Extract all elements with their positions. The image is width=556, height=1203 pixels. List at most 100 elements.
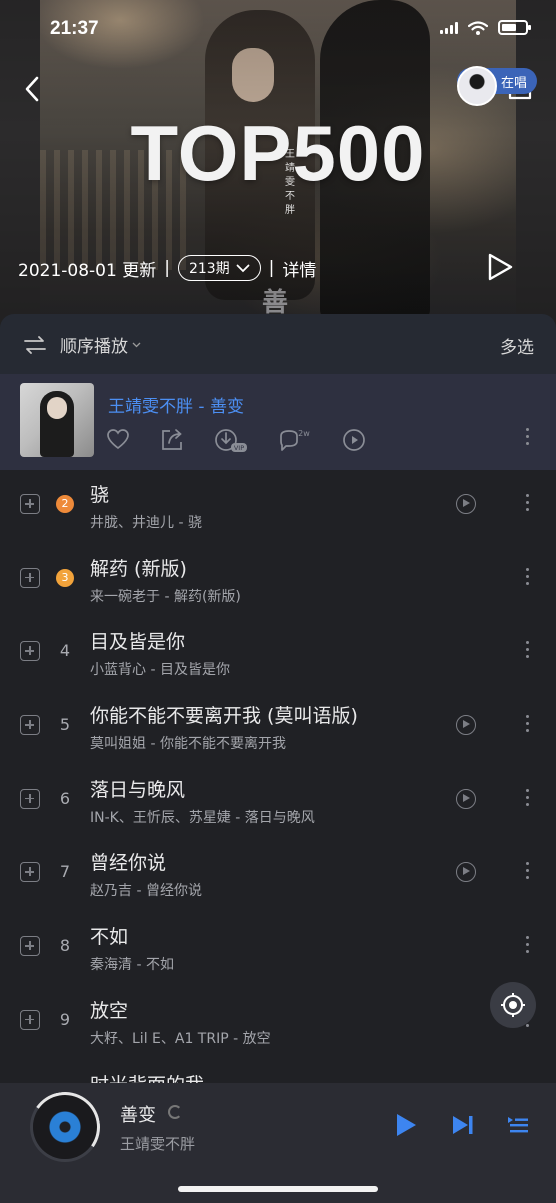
play-order-label: 顺序播放 xyxy=(60,337,128,357)
now-playing-row[interactable]: 王靖雯不胖 - 善变 VIP 2w xyxy=(0,374,556,470)
song-artist-album: 秦海清 - 不如 xyxy=(90,957,174,974)
download-button[interactable]: VIP xyxy=(214,428,248,452)
song-row[interactable]: 8 不如秦海清 - 不如 xyxy=(0,914,556,988)
song-list: 2 骁井胧、井迪儿 - 骁 3 解药 (新版) 来一碗老于 - 解药(新版) 4 目及皆是你… xyxy=(0,472,556,1135)
rank-number: 5 xyxy=(59,715,71,735)
update-date: 2021-08-01 更新 xyxy=(18,260,157,281)
next-button[interactable] xyxy=(451,1114,475,1136)
play-all-button[interactable] xyxy=(486,252,516,284)
song-row[interactable]: 3 解药 (新版) 来一碗老于 - 解药(新版) xyxy=(0,546,556,620)
signal-icon xyxy=(440,21,458,34)
rank-number: 8 xyxy=(59,936,71,956)
song-artist-album: 赵乃吉 - 曾经你说 xyxy=(90,883,202,900)
singer-avatar xyxy=(457,66,497,106)
wifi-icon xyxy=(468,20,488,35)
song-title: 放空 xyxy=(90,999,129,1022)
song-row[interactable]: 7 曾经你说赵乃吉 - 曾经你说 xyxy=(0,840,556,914)
mv-icon[interactable] xyxy=(456,715,476,736)
song-actions: VIP 2w xyxy=(106,428,366,452)
more-icon[interactable] xyxy=(526,567,530,585)
add-icon[interactable] xyxy=(20,936,40,957)
more-icon[interactable] xyxy=(526,788,530,806)
locate-icon xyxy=(501,993,525,1017)
play-button[interactable] xyxy=(394,1112,418,1138)
rank-number: 9 xyxy=(59,1009,71,1029)
share-icon xyxy=(162,429,182,450)
locate-current-button[interactable] xyxy=(490,982,536,1028)
song-title: 不如 xyxy=(90,926,129,949)
mv-icon[interactable] xyxy=(456,494,476,514)
back-button[interactable] xyxy=(18,74,46,104)
queue-icon xyxy=(508,1117,528,1133)
song-title: 曾经你说 xyxy=(90,852,167,875)
song-title: 解药 (新版) xyxy=(90,557,187,580)
song-title: 你能不能不要离开我 (莫叫语版) xyxy=(90,705,358,728)
mv-icon[interactable] xyxy=(456,862,476,883)
more-icon[interactable] xyxy=(526,428,530,445)
add-icon[interactable] xyxy=(20,715,40,736)
skip-next-icon xyxy=(453,1116,473,1134)
rank-badge: 3 xyxy=(56,568,74,587)
more-icon[interactable] xyxy=(526,494,530,511)
playlist-meta: 2021-08-01 更新 | 213期 | 详情 xyxy=(18,255,316,281)
song-row[interactable]: 9 放空大籽、Lil E、A1 TRIP - 放空 xyxy=(0,988,556,1062)
comment-button[interactable]: 2w xyxy=(278,428,312,452)
list-toolbar: 顺序播放 多选 xyxy=(0,314,556,374)
play-order-toggle[interactable]: 顺序播放 xyxy=(24,332,141,357)
mv-icon[interactable] xyxy=(456,788,476,809)
song-title: 目及皆是你 xyxy=(90,631,186,654)
player-song-title: 善变 xyxy=(120,1105,156,1126)
more-icon[interactable] xyxy=(526,715,530,733)
rank-badge: 2 xyxy=(56,495,74,513)
player-artist: 王靖雯不胖 xyxy=(120,1135,196,1153)
loading-icon xyxy=(168,1105,182,1119)
more-icon[interactable] xyxy=(526,862,530,880)
play-icon xyxy=(488,253,513,281)
video-play-icon xyxy=(343,429,365,451)
current-song-title: 王靖雯不胖 - 善变 xyxy=(108,397,244,417)
issue-label: 213期 xyxy=(188,261,230,277)
song-artist-album: 来一碗老于 - 解药(新版) xyxy=(90,588,241,605)
comment-icon: 2w xyxy=(280,429,310,451)
more-icon[interactable] xyxy=(526,936,530,954)
song-row[interactable]: 6 落日与晚风 IN-K、王忻辰、苏星婕 - 落日与晚风 xyxy=(0,767,556,841)
home-indicator xyxy=(178,1186,378,1192)
song-artist-album: 大籽、Lil E、A1 TRIP - 放空 xyxy=(90,1030,271,1047)
detail-link[interactable]: 详情 xyxy=(282,256,316,281)
add-icon[interactable] xyxy=(20,567,40,588)
divider: | xyxy=(164,258,170,278)
rank-number: 7 xyxy=(59,862,71,882)
add-icon[interactable] xyxy=(20,862,40,883)
more-icon[interactable] xyxy=(526,641,530,659)
add-icon[interactable] xyxy=(20,641,40,662)
rank-number: 6 xyxy=(59,788,71,808)
mini-player[interactable]: 善变 王靖雯不胖 xyxy=(0,1083,556,1203)
rank-number: 4 xyxy=(59,641,71,661)
like-button[interactable] xyxy=(106,428,130,452)
singing-label: 在唱 xyxy=(501,75,528,91)
svg-text:2w: 2w xyxy=(298,429,310,438)
song-title: 落日与晚风 xyxy=(90,778,186,801)
song-row[interactable]: 5 你能不能不要离开我 (莫叫语版) 莫叫姐姐 - 你能不能不要离开我 xyxy=(0,693,556,767)
issue-selector[interactable]: 213期 xyxy=(177,255,261,281)
playlist-title: TOP500 xyxy=(130,109,426,197)
song-artist-album: 莫叫姐姐 - 你能不能不要离开我 xyxy=(90,736,286,753)
status-icons xyxy=(440,20,531,35)
progress-ring xyxy=(24,1086,106,1168)
add-icon[interactable] xyxy=(20,788,40,809)
playlist-button[interactable] xyxy=(507,1114,529,1136)
album-cover xyxy=(20,383,94,457)
chevron-left-icon xyxy=(25,76,39,102)
multi-select-button[interactable]: 多选 xyxy=(500,333,534,358)
mv-button[interactable] xyxy=(342,428,366,452)
song-title: 骁 xyxy=(90,484,110,506)
song-row[interactable]: 4 目及皆是你小蓝背心 - 目及皆是你 xyxy=(0,619,556,693)
share-song-button[interactable] xyxy=(160,428,184,452)
add-icon[interactable] xyxy=(20,494,40,514)
song-row[interactable]: 2 骁井胧、井迪儿 - 骁 xyxy=(0,472,556,546)
status-time: 21:37 xyxy=(50,18,99,39)
play-icon xyxy=(397,1114,416,1136)
chevron-down-icon xyxy=(236,264,250,272)
song-artist-album: 小蓝背心 - 目及皆是你 xyxy=(90,662,230,679)
add-icon[interactable] xyxy=(20,1009,40,1030)
